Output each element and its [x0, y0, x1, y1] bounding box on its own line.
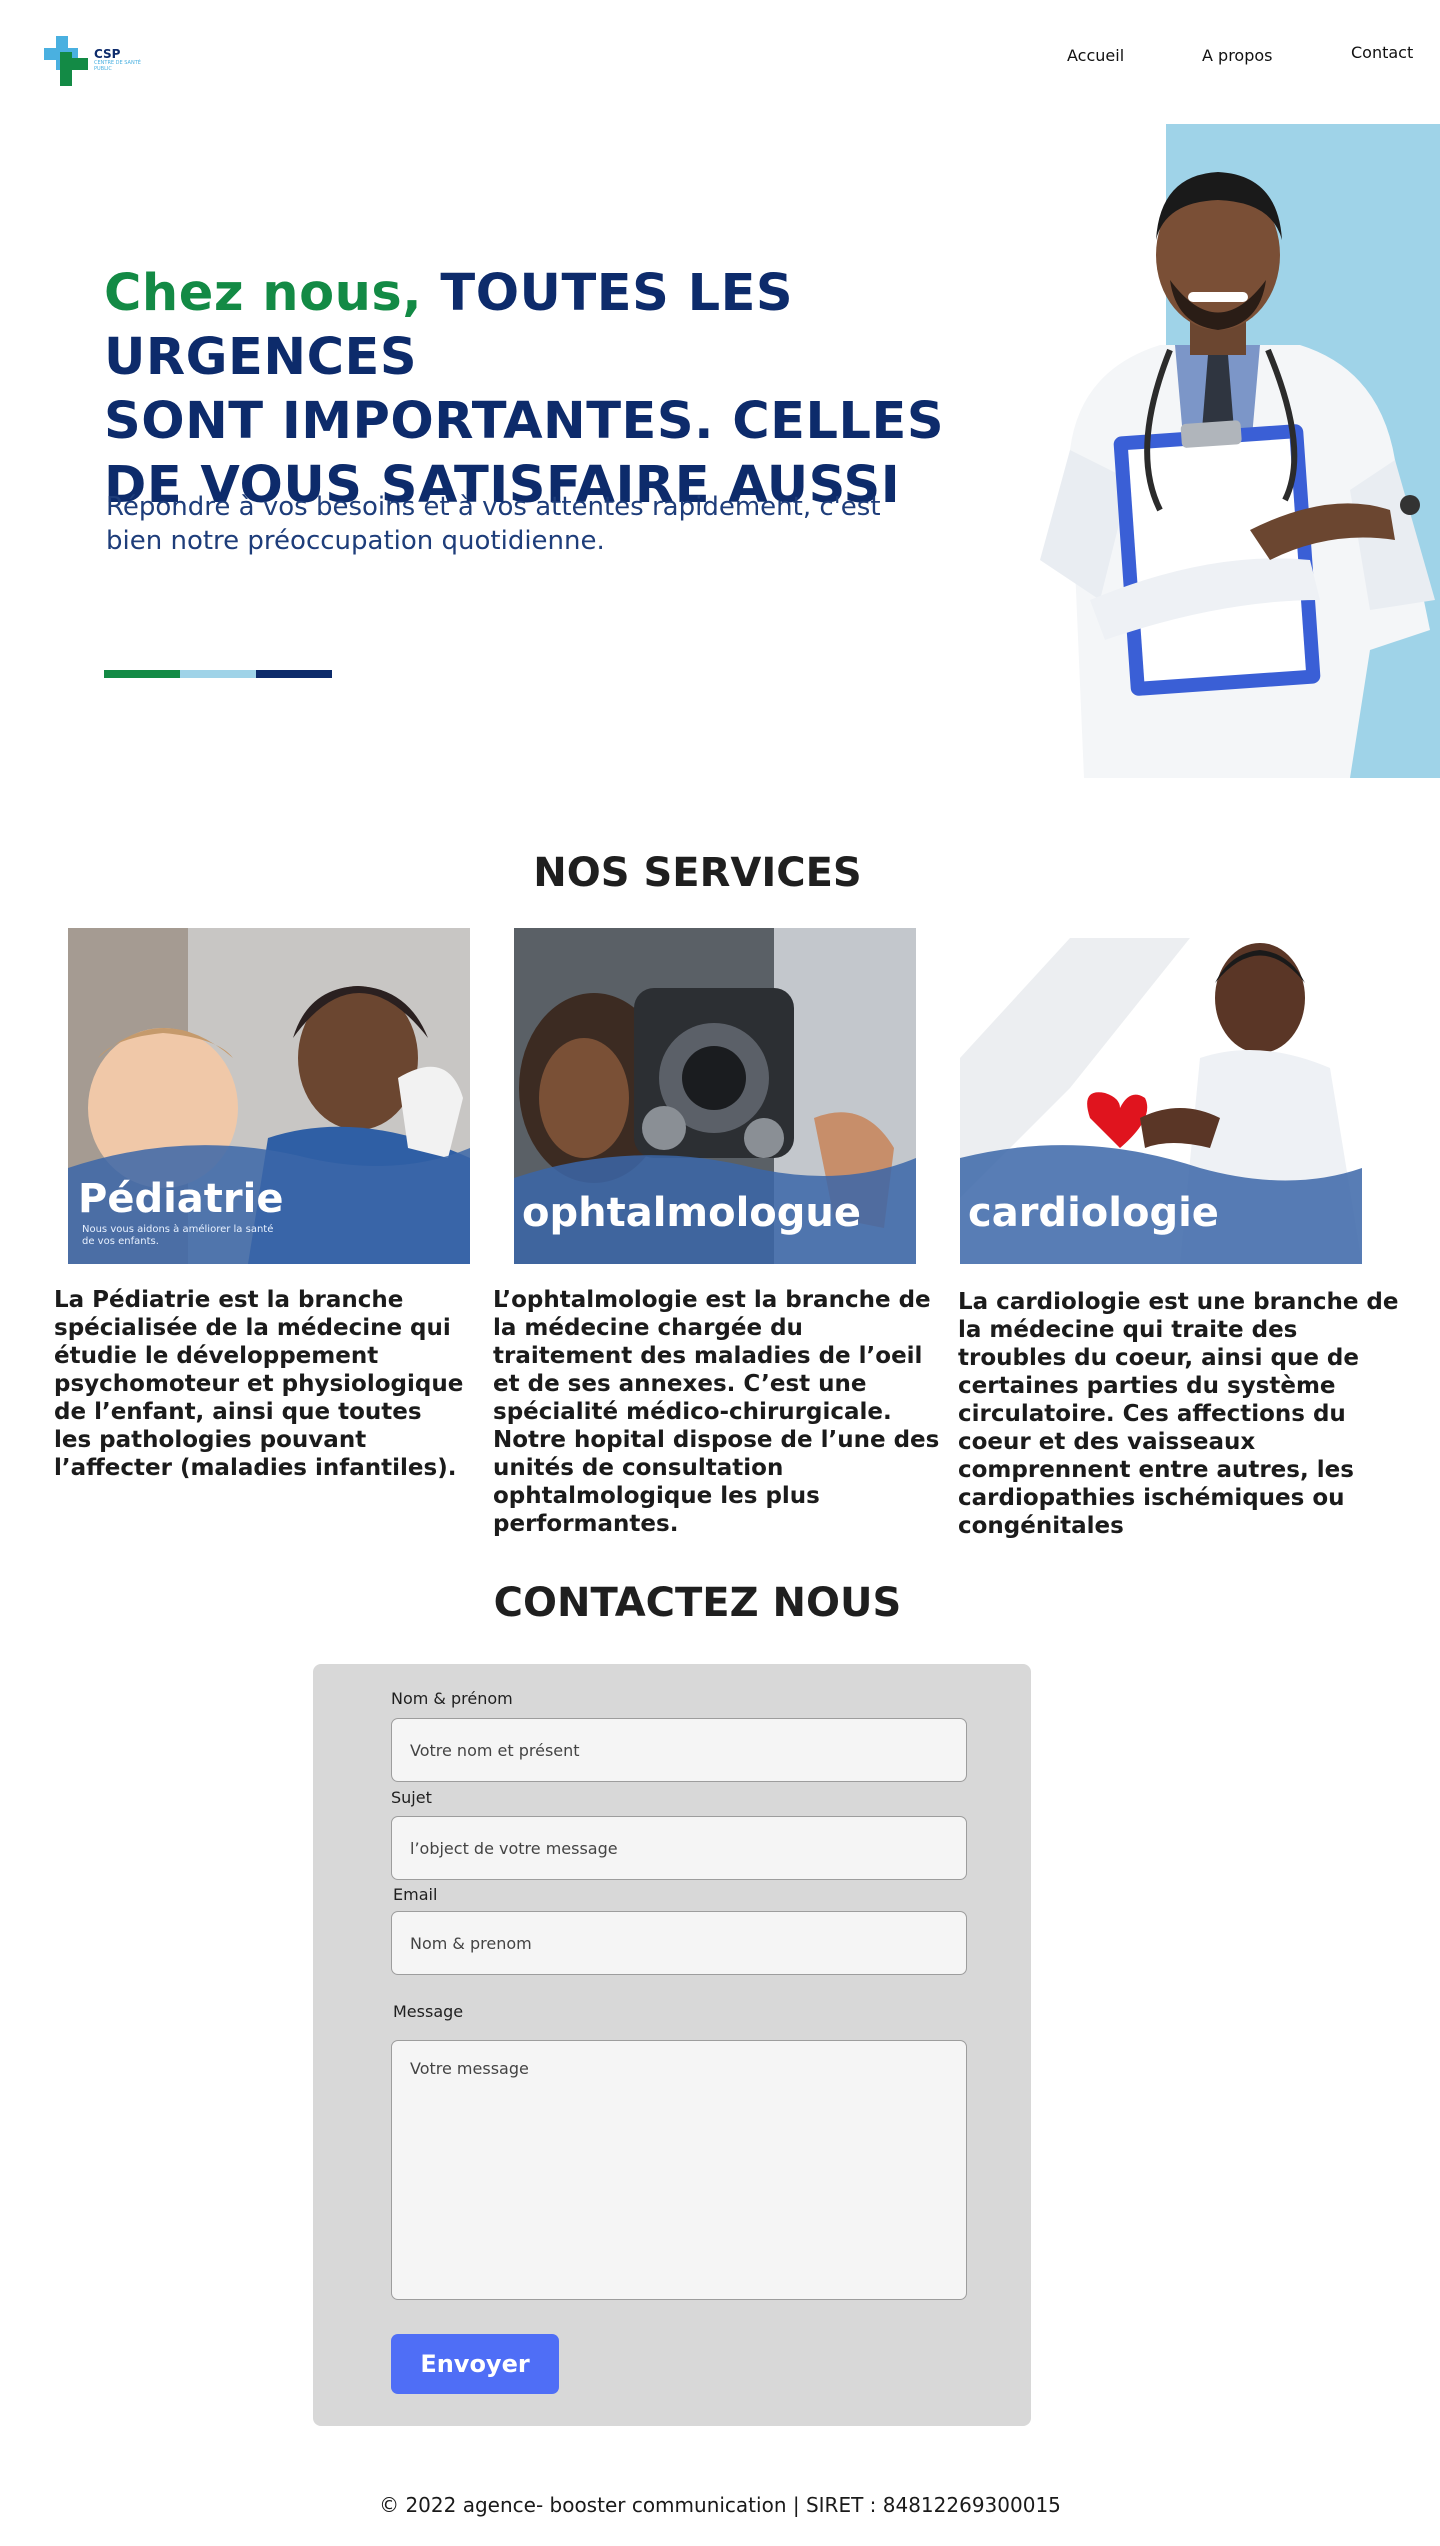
- subject-label: Sujet: [391, 1788, 432, 1807]
- nav-a-propos[interactable]: A propos: [1202, 46, 1272, 65]
- send-button[interactable]: Envoyer: [391, 2334, 559, 2394]
- cardiologie-label: cardiologie: [968, 1190, 1219, 1236]
- hero-title-green: Chez nous,: [104, 264, 423, 323]
- doctor-photo: [1040, 172, 1435, 778]
- message-label: Message: [393, 2002, 464, 2021]
- bar-lightblue: [180, 670, 256, 678]
- footer-text: © 2022 agence- booster communication | S…: [379, 2493, 1061, 2517]
- ophtalmologue-label: ophtalmologue: [522, 1190, 862, 1236]
- ophtalmologue-description: L’ophtalmologie est la branche de la méd…: [493, 1287, 940, 1537]
- cardiologie-image[interactable]: cardiologie: [960, 928, 1362, 1264]
- ophtalmologue-image[interactable]: ophtalmologue: [514, 928, 916, 1264]
- name-input[interactable]: [391, 1718, 967, 1782]
- name-label: Nom & prénom: [391, 1689, 513, 1708]
- email-label: Email: [393, 1885, 438, 1904]
- hero-color-bar: [104, 670, 332, 678]
- pediatrie-tagline: Nous vous aidons à améliorer la santé de…: [82, 1224, 274, 1247]
- contact-title: CONTACTEZ NOUS: [493, 1580, 902, 1626]
- bar-green: [104, 670, 180, 678]
- subject-input[interactable]: [391, 1816, 967, 1880]
- logo-title: CSP: [94, 47, 121, 61]
- nav-contact[interactable]: Contact: [1351, 43, 1413, 62]
- logo[interactable]: CSP Centre de santé public: [44, 36, 154, 86]
- pediatrie-image[interactable]: Pédiatrie Nous vous aidons à améliorer l…: [68, 928, 470, 1264]
- pediatrie-description: La Pédiatrie est la branche spécialisée …: [54, 1287, 464, 1481]
- email-input[interactable]: [391, 1911, 967, 1975]
- hero-title-line2: SONT IMPORTANTES. CELLES: [104, 392, 945, 451]
- logo-subtitle: Centre de santé public: [94, 60, 141, 72]
- cardiologie-description: La cardiologie est une branche de la méd…: [958, 1289, 1399, 1539]
- pediatrie-label: Pédiatrie: [78, 1176, 284, 1222]
- hero-subtitle: Répondre à vos besoins et à vos attentes…: [106, 492, 881, 556]
- message-textarea[interactable]: [391, 2040, 967, 2300]
- nav-accueil[interactable]: Accueil: [1067, 46, 1124, 65]
- logo-cross-icon: [44, 36, 90, 86]
- hero-title: Chez nous, TOUTES LES URGENCES SONT IMPO…: [104, 262, 1004, 518]
- services-title: NOS SERVICES: [533, 850, 862, 896]
- bar-navy: [256, 670, 332, 678]
